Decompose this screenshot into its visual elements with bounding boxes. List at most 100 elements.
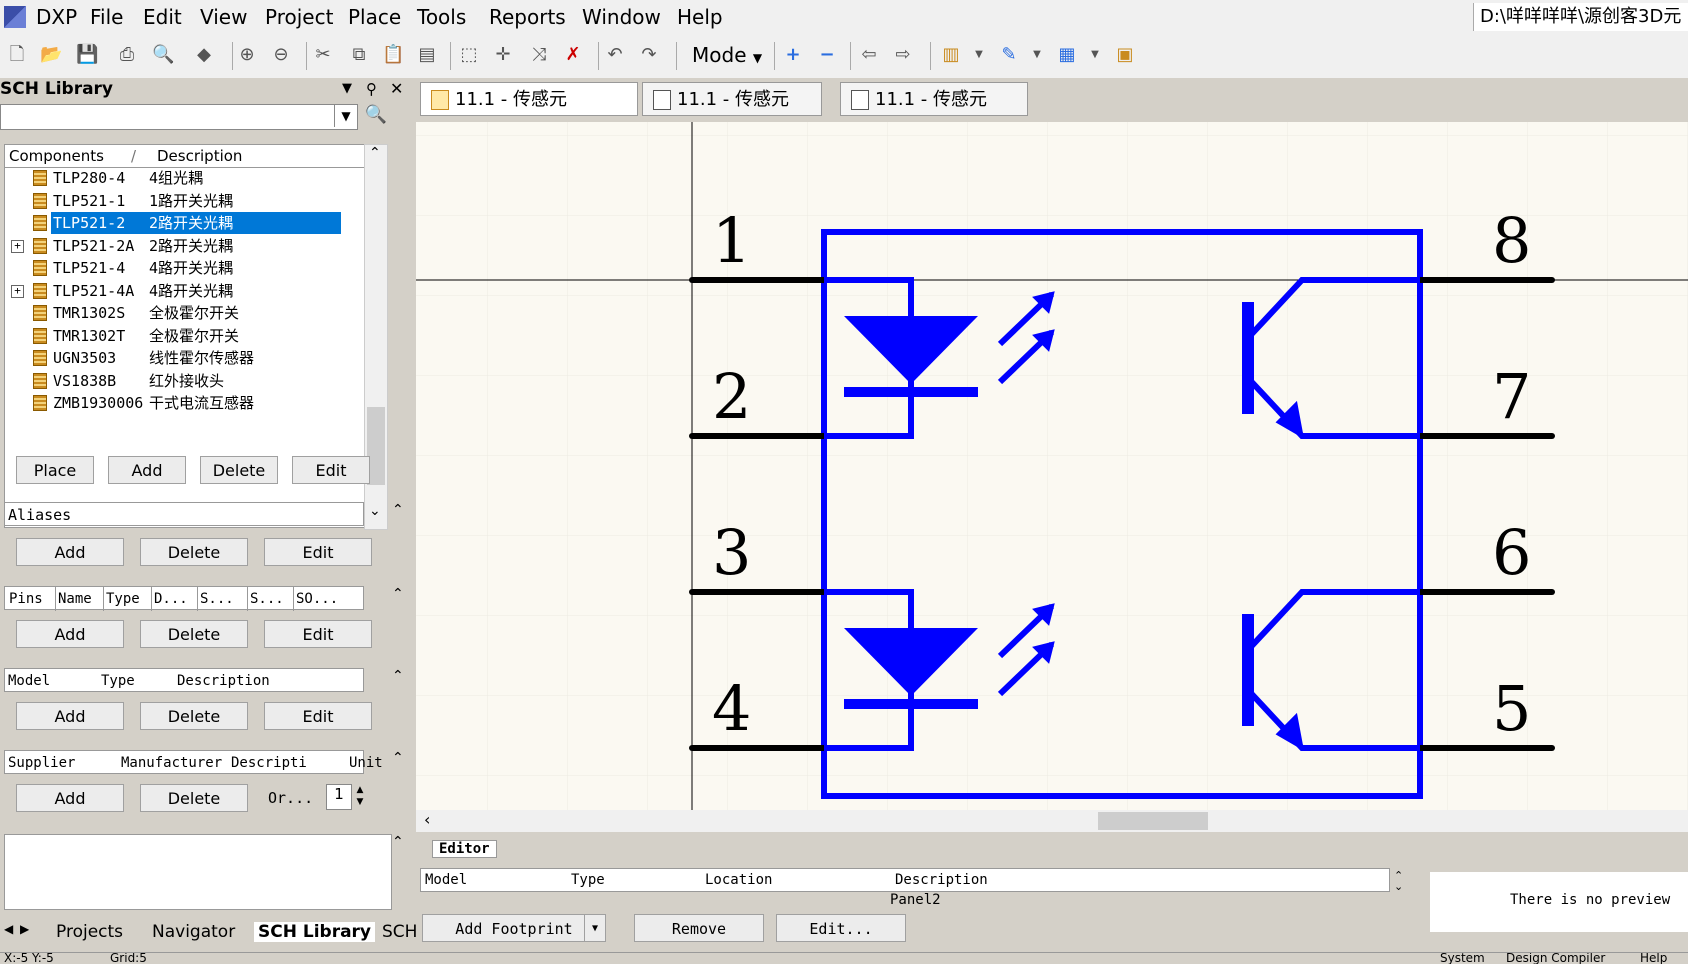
zoom-out-icon[interactable]: ⊖ (270, 44, 292, 66)
supplier-delete-button[interactable]: Delete (140, 784, 248, 812)
expand-icon[interactable]: + (11, 284, 24, 298)
model-delete-button[interactable]: Delete (140, 702, 248, 730)
tab-sch-library[interactable]: SCH Library (254, 922, 376, 942)
quantity-input[interactable]: 1 (326, 784, 352, 810)
component-row[interactable]: + TLP521-2A 2路开关光耦 (5, 235, 367, 257)
alias-edit-button[interactable]: Edit (264, 538, 372, 566)
cut-icon[interactable]: ✂ (312, 44, 334, 66)
schematic-canvas[interactable]: 1 2 3 4 8 7 6 5 (416, 122, 1688, 810)
model-edit-button[interactable]: Edit (264, 702, 372, 730)
pins-col-5[interactable]: S... (247, 587, 284, 611)
scroll-down-icon[interactable]: ⌄ (369, 503, 381, 519)
panel-menu-icon[interactable]: ▼ (342, 78, 352, 100)
canvas-horizontal-scrollbar[interactable]: ‹ (416, 810, 1688, 832)
component-row[interactable]: TMR1302S 全极霍尔开关 (5, 302, 367, 324)
dxp-logo-icon[interactable] (4, 6, 26, 28)
tab-csv[interactable]: 11.1 - 传感元件.csv (642, 82, 822, 144)
alias-add-button[interactable]: Add (16, 538, 124, 566)
horizontal-scroll-thumb[interactable] (1098, 812, 1208, 830)
menu-tools[interactable]: Tools (417, 5, 466, 29)
component-row[interactable]: TLP521-2 2路开关光耦 (5, 212, 367, 234)
component-row[interactable]: UGN3503 线性霍尔传感器 (5, 347, 367, 369)
drawing-tools-icon[interactable]: ✎ (998, 44, 1020, 66)
new-file-icon[interactable]: 🗋 (6, 44, 28, 66)
move-icon[interactable]: ✛ (492, 44, 514, 66)
component-dropdown-icon[interactable]: ▼ (968, 44, 990, 66)
menu-view[interactable]: View (200, 5, 247, 29)
chevron-down-icon[interactable]: ▼ (334, 105, 357, 127)
expand-icon[interactable]: + (11, 239, 24, 253)
menu-file[interactable]: File (90, 5, 123, 29)
rubber-stamp-icon[interactable]: ▤ (416, 44, 438, 66)
print-icon[interactable]: ⎙ (116, 44, 138, 66)
pins-col-1[interactable]: Name (55, 587, 92, 611)
menu-reports[interactable]: Reports (489, 5, 566, 29)
tab-scroll-right-icon[interactable]: ▶ (20, 922, 29, 936)
add-footprint-button[interactable]: Add Footprint ▼ (422, 914, 606, 942)
pin-delete-button[interactable]: Delete (140, 620, 248, 648)
remove-component-icon[interactable]: − (816, 44, 838, 66)
pins-col-2[interactable]: Type (103, 587, 140, 611)
remove-button[interactable]: Remove (634, 914, 764, 942)
select-area-icon[interactable]: ⬚ (458, 44, 480, 66)
collapse-preview-icon[interactable]: ⌃ (392, 834, 404, 850)
grid-icon[interactable]: ▦ (1056, 44, 1078, 66)
undo-icon[interactable]: ↶ (604, 44, 626, 66)
collapse-supplier-icon[interactable]: ⌃ (392, 750, 404, 766)
collapse-model-icon[interactable]: ⌃ (392, 668, 404, 684)
component-tool-icon[interactable]: ▥ (940, 44, 962, 66)
model-add-button[interactable]: Add (16, 702, 124, 730)
menu-help[interactable]: Help (677, 5, 723, 29)
collapse-aliases-icon[interactable]: ⌃ (392, 502, 404, 518)
edit-model-button[interactable]: Edit... (776, 914, 906, 942)
redo-icon[interactable]: ↷ (638, 44, 660, 66)
scroll-left-icon[interactable]: ‹ (424, 810, 430, 829)
component-row[interactable]: + TLP521-4A 4路开关光耦 (5, 280, 367, 302)
tab-rep[interactable]: 11.1 - 传感元件.rep (840, 82, 1028, 144)
column-description[interactable]: Description (153, 145, 367, 168)
column-components[interactable]: Components / (5, 145, 154, 168)
layers-icon[interactable]: ◆ (193, 44, 215, 66)
pin-icon[interactable]: ⚲ (366, 78, 377, 100)
quantity-stepper[interactable]: ▲ ▼ (352, 784, 368, 808)
pin-edit-button[interactable]: Edit (264, 620, 372, 648)
chevron-down-icon[interactable]: ▼ (584, 915, 605, 941)
place-button[interactable]: Place (16, 456, 94, 484)
zoom-in-icon[interactable]: ⊕ (236, 44, 258, 66)
component-row[interactable]: TLP280-4 4组光耦 (5, 167, 367, 189)
open-folder-icon[interactable]: 📂 (40, 44, 62, 66)
supplier-add-button[interactable]: Add (16, 784, 124, 812)
library-icon[interactable]: ▣ (1114, 44, 1136, 66)
tab-projects[interactable]: Projects (56, 922, 123, 942)
save-icon[interactable]: 💾 (76, 44, 98, 66)
next-icon[interactable]: ⇨ (892, 44, 914, 66)
component-filter-input[interactable]: ▼ (0, 104, 358, 130)
pins-col-0[interactable]: Pins (7, 587, 43, 611)
component-row[interactable]: TMR1302T 全极霍尔开关 (5, 325, 367, 347)
copy-icon[interactable]: ⧉ (348, 44, 370, 66)
deselect-icon[interactable]: ⤨ (528, 44, 550, 66)
component-row[interactable]: ZMB1930006 干式电流互感器 (5, 392, 367, 414)
delete-component-button[interactable]: Delete (200, 456, 278, 484)
component-row[interactable]: TLP521-4 4路开关光耦 (5, 257, 367, 279)
add-component-button[interactable]: Add (108, 456, 186, 484)
status-help-button[interactable]: Help (1640, 953, 1667, 964)
component-row[interactable]: TLP521-1 1路开关光耦 (5, 190, 367, 212)
tab-scroll-left-icon[interactable]: ◀ (4, 922, 13, 936)
pins-col-3[interactable]: D... (151, 587, 188, 611)
close-icon[interactable]: ✕ (390, 78, 403, 100)
status-design-compiler-button[interactable]: Design Compiler (1506, 953, 1605, 964)
alias-delete-button[interactable]: Delete (140, 538, 248, 566)
clear-filter-icon[interactable]: ✗ (562, 44, 584, 66)
collapse-pins-icon[interactable]: ⌃ (392, 586, 404, 602)
pins-col-6[interactable]: SO... (293, 587, 338, 611)
add-component-icon[interactable]: + (782, 44, 804, 66)
menu-window[interactable]: Window (582, 5, 661, 29)
tab-editor[interactable]: Editor (432, 840, 497, 858)
pin-add-button[interactable]: Add (16, 620, 124, 648)
grid-dropdown-icon[interactable]: ▼ (1084, 44, 1106, 66)
drawing-dropdown-icon[interactable]: ▼ (1026, 44, 1048, 66)
tab-sch[interactable]: SCH (382, 922, 417, 942)
paste-icon[interactable]: 📋 (382, 44, 404, 66)
mode-dropdown[interactable]: Mode ▼ (692, 43, 762, 67)
